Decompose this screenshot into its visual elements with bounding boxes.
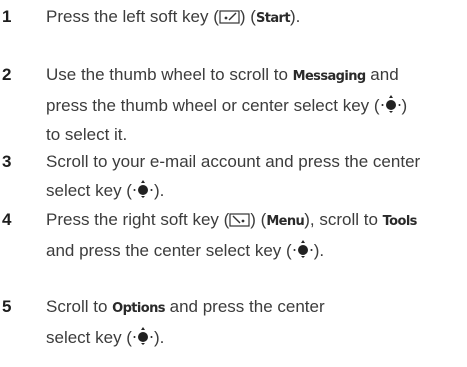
keyword-start: Start (255, 11, 291, 26)
step-number: 3 (2, 152, 12, 171)
step-number: 4 (2, 210, 12, 229)
right-soft-key-icon (229, 212, 250, 228)
left-soft-key-icon (219, 9, 240, 25)
keyword-options: Options (112, 301, 165, 316)
center-select-key-icon (132, 179, 154, 199)
step-number: 5 (2, 297, 12, 316)
step-text: Press the left soft key () (Start). (46, 7, 301, 26)
step-text: Press the right soft key () (Menu), scro… (46, 210, 418, 260)
step-number: 1 (2, 7, 12, 26)
step-text: Scroll to your e-mail account and press … (46, 152, 421, 200)
center-select-key-icon (292, 239, 314, 259)
center-select-key-icon (132, 326, 154, 346)
keyword-messaging: Messaging (292, 69, 367, 84)
keyword-tools: Tools (382, 214, 418, 229)
center-select-key-icon (380, 94, 402, 114)
step-text: Scroll to Options and press the center s… (46, 297, 325, 347)
step-number: 2 (2, 65, 12, 84)
step-text: Use the thumb wheel to scroll to Messagi… (46, 65, 408, 144)
keyword-menu: Menu (266, 214, 305, 229)
